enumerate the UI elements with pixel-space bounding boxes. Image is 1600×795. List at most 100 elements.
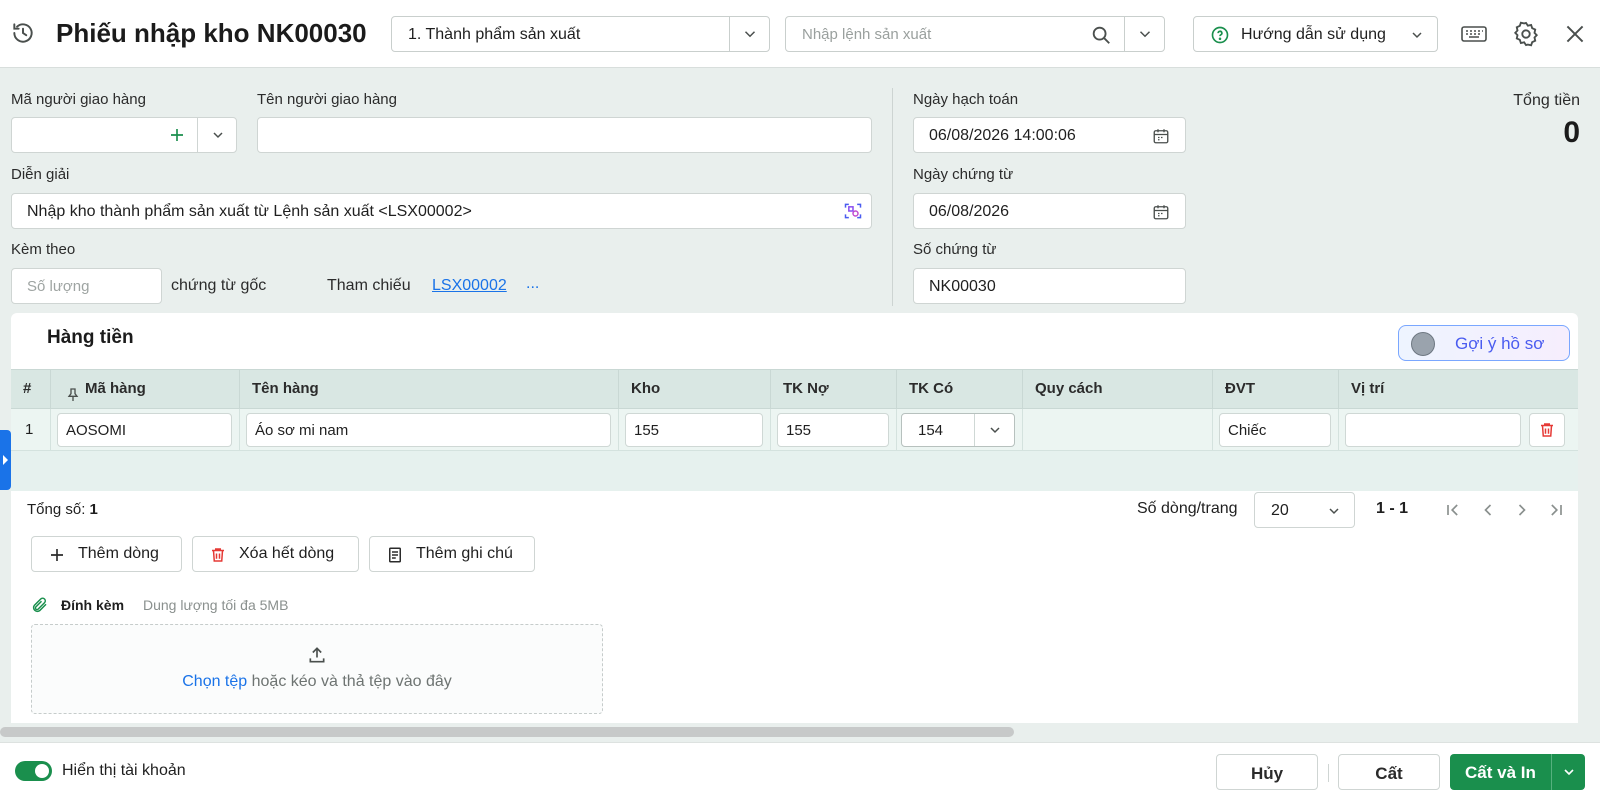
delete-all-rows-label: Xóa hết dòng	[239, 545, 335, 562]
voucher-type-select[interactable]: 1. Thành phẩm sản xuất	[391, 16, 770, 52]
upload-icon	[307, 645, 327, 665]
save-button[interactable]: Cất	[1338, 754, 1440, 790]
avatar	[1411, 332, 1435, 356]
col-header-code[interactable]: Mã hàng	[51, 370, 240, 408]
page-title: Phiếu nhập kho NK00030	[56, 18, 367, 48]
table-row: 1 AOSOMI Áo sơ mi nam 155 155 154 Chiếc	[11, 409, 1578, 451]
item-code-input[interactable]: AOSOMI	[57, 413, 232, 447]
cell-debit: 155	[771, 409, 897, 450]
production-order-dropdown[interactable]	[1124, 17, 1164, 51]
add-row-button[interactable]: Thêm dòng	[31, 536, 182, 572]
page-range: 1 - 1	[1376, 500, 1409, 517]
deliverer-name-field[interactable]	[257, 117, 872, 153]
chevron-down-icon	[213, 132, 223, 139]
dropzone-text: Chọn tệp hoặc kéo và thả tệp vào đây	[32, 673, 602, 691]
doc-date-field[interactable]: 06/08/2026	[913, 193, 1186, 229]
doc-no-value: NK00030	[929, 278, 996, 295]
col-header-position: Vị trí	[1351, 380, 1385, 397]
debit-account-input[interactable]: 155	[777, 413, 889, 447]
show-accounts-toggle[interactable]	[15, 761, 52, 781]
item-name-value: Áo sơ mi nam	[255, 422, 349, 439]
delete-all-rows-button[interactable]: Xóa hết dòng	[192, 536, 359, 572]
col-header-unit: ĐVT	[1213, 370, 1339, 408]
deliverer-code-label: Mã người giao hàng	[11, 91, 146, 108]
accounting-date-field[interactable]: 06/08/2026 14:00:06	[913, 117, 1186, 153]
cell-index: 1	[11, 409, 51, 450]
gear-icon[interactable]	[1512, 20, 1540, 48]
cancel-button[interactable]: Hủy	[1216, 754, 1318, 790]
accounting-date-label: Ngày hạch toán	[913, 91, 1019, 108]
chevron-down-icon	[1564, 769, 1574, 776]
col-header-code-label: Mã hàng	[85, 380, 146, 397]
file-dropzone[interactable]: Chọn tệp hoặc kéo và thả tệp vào đây	[31, 624, 603, 714]
help-guide-button[interactable]: Hướng dẫn sử dụng	[1193, 16, 1438, 52]
position-input[interactable]	[1345, 413, 1521, 447]
suggest-profile-label: Gợi ý hồ sơ	[1455, 334, 1545, 353]
quantity-field[interactable]	[11, 268, 162, 304]
save-and-print-button[interactable]: Cất và In	[1450, 754, 1585, 790]
cell-position	[1339, 409, 1578, 450]
add-note-button[interactable]: Thêm ghi chú	[369, 536, 535, 572]
warehouse-value: 155	[634, 422, 660, 439]
quantity-input[interactable]	[12, 269, 161, 303]
per-page-select[interactable]: 20	[1254, 492, 1355, 528]
doc-no-field[interactable]: NK00030	[913, 268, 1186, 304]
chevron-right-icon	[3, 455, 8, 465]
voucher-type-dropdown[interactable]	[729, 17, 769, 51]
deliverer-code-field[interactable]	[11, 117, 237, 153]
warehouse-input[interactable]: 155	[625, 413, 763, 447]
attachment-hint: Dung lượng tối đa 5MB	[143, 597, 289, 613]
paperclip-icon	[31, 596, 49, 614]
total-amount-label: Tổng tiền	[1513, 92, 1580, 109]
history-icon[interactable]	[10, 20, 36, 46]
ai-scan-icon[interactable]	[843, 201, 863, 221]
plus-icon[interactable]	[168, 126, 186, 144]
cell-spec[interactable]	[1023, 409, 1213, 450]
cell-unit: Chiếc	[1213, 409, 1339, 450]
deliverer-code-dropdown[interactable]	[197, 118, 237, 152]
item-name-input[interactable]: Áo sơ mi nam	[246, 413, 611, 447]
col-header-name: Tên hàng	[240, 370, 619, 408]
note-icon	[386, 546, 404, 564]
description-field[interactable]: Nhập kho thành phẩm sản xuất từ Lệnh sản…	[11, 193, 872, 229]
row-index: 1	[25, 421, 34, 438]
save-options-dropdown[interactable]	[1551, 754, 1585, 790]
per-page-value: 20	[1271, 502, 1289, 519]
description-value: Nhập kho thành phẩm sản xuất từ Lệnh sản…	[27, 203, 472, 220]
doc-date-label: Ngày chứng từ	[913, 166, 1014, 183]
choose-file-link[interactable]: Chọn tệp	[182, 673, 247, 690]
close-icon[interactable]	[1562, 21, 1588, 47]
calendar-icon[interactable]	[1152, 127, 1170, 145]
calendar-icon[interactable]	[1152, 203, 1170, 221]
reference-label: Tham chiếu	[327, 277, 411, 294]
row-total-label: Tổng số:	[27, 501, 86, 518]
suggest-profile-button[interactable]: Gợi ý hồ sơ	[1398, 325, 1570, 361]
debit-account-value: 155	[786, 422, 812, 439]
last-page-icon[interactable]	[1546, 500, 1566, 520]
credit-account-dropdown[interactable]	[974, 414, 1014, 446]
grid-empty-area	[11, 451, 1578, 491]
production-order-search[interactable]	[785, 16, 1165, 52]
keyboard-icon[interactable]	[1460, 21, 1488, 47]
unit-input[interactable]: Chiếc	[1219, 413, 1331, 447]
horizontal-scrollbar[interactable]	[0, 727, 1014, 737]
first-page-icon[interactable]	[1443, 500, 1463, 520]
add-row-label: Thêm dòng	[78, 545, 159, 562]
search-icon[interactable]	[1090, 24, 1112, 46]
delete-row-button[interactable]	[1529, 413, 1565, 447]
button-separator	[1328, 764, 1329, 782]
reference-more-button[interactable]: ...	[526, 275, 539, 293]
cell-warehouse: 155	[619, 409, 771, 450]
side-panel-toggle[interactable]	[0, 430, 11, 490]
unit-value: Chiếc	[1228, 422, 1267, 439]
chevron-down-icon	[1326, 503, 1342, 519]
reference-link[interactable]: LSX00002	[432, 277, 507, 295]
plus-icon	[48, 546, 66, 564]
production-order-input[interactable]	[792, 23, 1082, 45]
credit-account-select[interactable]: 154	[901, 413, 1015, 447]
doc-date-value: 06/08/2026	[929, 203, 1010, 220]
next-page-icon[interactable]	[1512, 500, 1532, 520]
per-page-label: Số dòng/trang	[1137, 500, 1238, 517]
pin-icon[interactable]	[65, 380, 81, 401]
prev-page-icon[interactable]	[1478, 500, 1498, 520]
